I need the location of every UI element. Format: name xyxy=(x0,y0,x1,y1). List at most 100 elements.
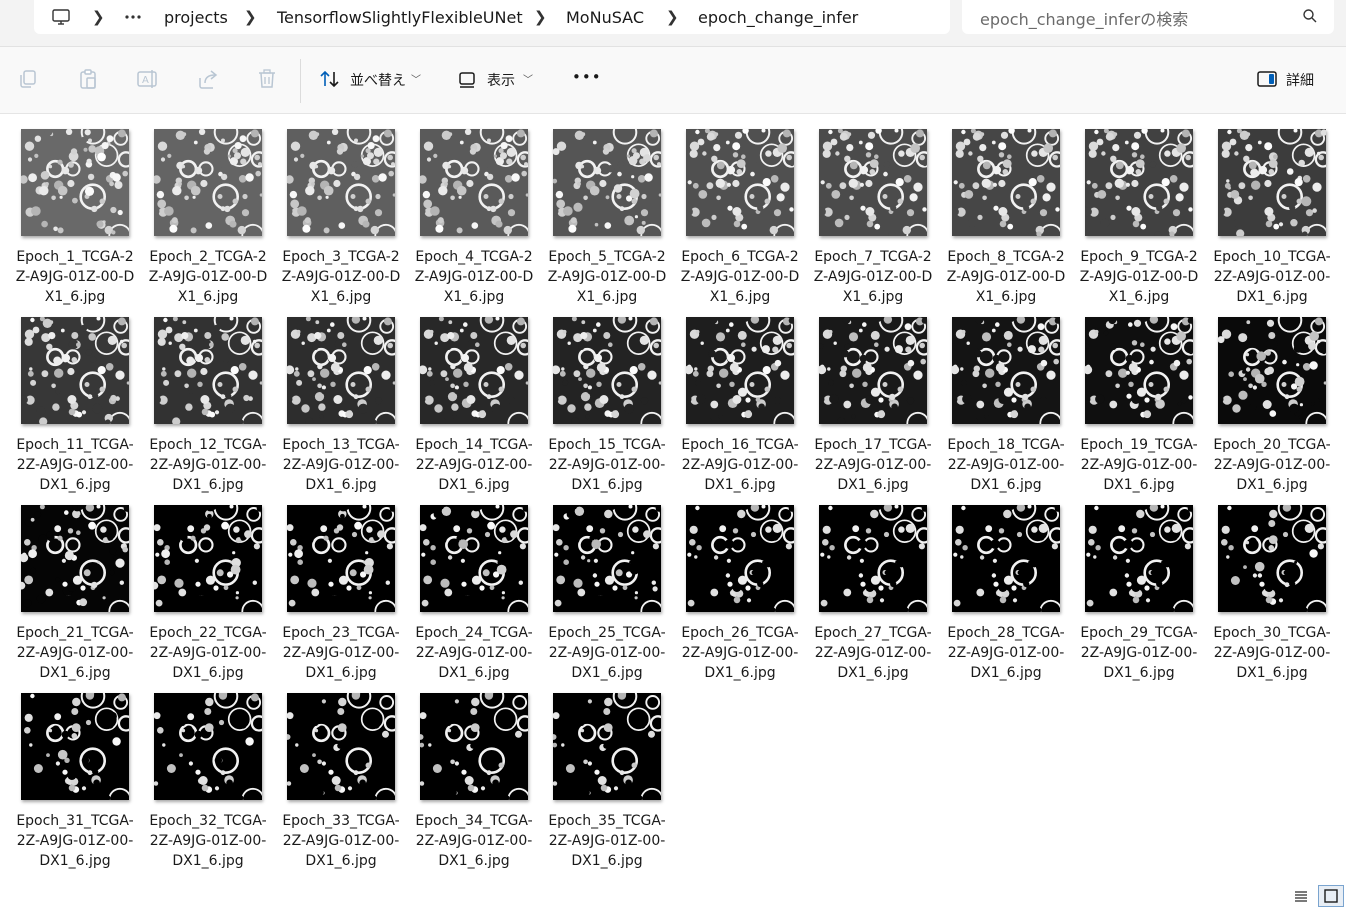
file-item[interactable]: Epoch_21_TCGA-2Z-A9JG-01Z-00-DX1_6.jpg xyxy=(14,505,134,685)
delete-icon[interactable] xyxy=(256,68,278,90)
file-name: Epoch_34_TCGA-2Z-A9JG-01Z-00-DX1_6.jpg xyxy=(415,813,533,869)
file-item[interactable]: Epoch_28_TCGA-2Z-A9JG-01Z-00-DX1_6.jpg xyxy=(945,505,1065,685)
file-item[interactable]: Epoch_25_TCGA-2Z-A9JG-01Z-00-DX1_6.jpg xyxy=(546,505,666,685)
file-name: Epoch_14_TCGA-2Z-A9JG-01Z-00-DX1_6.jpg xyxy=(415,437,533,493)
view-button[interactable]: 表示 xyxy=(487,70,515,90)
file-name: Epoch_10_TCGA-2Z-A9JG-01Z-00-DX1_6.jpg xyxy=(1213,249,1331,305)
file-name: Epoch_16_TCGA-2Z-A9JG-01Z-00-DX1_6.jpg xyxy=(681,437,799,493)
file-item[interactable]: Epoch_14_TCGA-2Z-A9JG-01Z-00-DX1_6.jpg xyxy=(413,317,533,497)
image-thumbnail xyxy=(420,693,528,800)
file-item[interactable]: Epoch_11_TCGA-2Z-A9JG-01Z-00-DX1_6.jpg xyxy=(14,317,134,497)
image-thumbnail xyxy=(420,505,528,612)
image-thumbnail xyxy=(287,317,395,424)
file-item[interactable]: Epoch_31_TCGA-2Z-A9JG-01Z-00-DX1_6.jpg xyxy=(14,693,134,873)
image-thumbnail xyxy=(819,505,927,612)
details-view-icon[interactable] xyxy=(1294,889,1308,908)
file-name: Epoch_6_TCGA-2Z-A9JG-01Z-00-DX1_6.jpg xyxy=(680,249,800,305)
file-name: Epoch_19_TCGA-2Z-A9JG-01Z-00-DX1_6.jpg xyxy=(1080,437,1198,493)
file-item[interactable]: Epoch_4_TCGA-2Z-A9JG-01Z-00-DX1_6.jpg xyxy=(413,129,533,309)
share-icon[interactable] xyxy=(197,68,219,90)
toolbar-divider xyxy=(300,59,301,103)
file-item[interactable]: Epoch_20_TCGA-2Z-A9JG-01Z-00-DX1_6.jpg xyxy=(1211,317,1331,497)
image-thumbnail xyxy=(1085,317,1193,424)
file-item[interactable]: Epoch_12_TCGA-2Z-A9JG-01Z-00-DX1_6.jpg xyxy=(147,317,267,497)
chevron-right-icon[interactable]: ❯ xyxy=(92,0,105,34)
more-icon[interactable] xyxy=(124,0,142,34)
file-item[interactable]: Epoch_34_TCGA-2Z-A9JG-01Z-00-DX1_6.jpg xyxy=(413,693,533,873)
image-thumbnail xyxy=(686,129,794,236)
chevron-down-icon[interactable]: ﹀ xyxy=(411,71,421,86)
details-button[interactable]: 詳細 xyxy=(1286,70,1314,90)
file-name: Epoch_11_TCGA-2Z-A9JG-01Z-00-DX1_6.jpg xyxy=(16,437,134,493)
file-item[interactable]: Epoch_6_TCGA-2Z-A9JG-01Z-00-DX1_6.jpg xyxy=(679,129,799,309)
file-name: Epoch_3_TCGA-2Z-A9JG-01Z-00-DX1_6.jpg xyxy=(281,249,401,305)
file-item[interactable]: Epoch_23_TCGA-2Z-A9JG-01Z-00-DX1_6.jpg xyxy=(280,505,400,685)
file-name: Epoch_18_TCGA-2Z-A9JG-01Z-00-DX1_6.jpg xyxy=(947,437,1065,493)
details-pane-icon[interactable] xyxy=(1256,68,1278,90)
image-thumbnail xyxy=(287,693,395,800)
image-thumbnail xyxy=(1085,129,1193,236)
file-item[interactable]: Epoch_27_TCGA-2Z-A9JG-01Z-00-DX1_6.jpg xyxy=(812,505,932,685)
search-box[interactable]: epoch_change_inferの検索 xyxy=(962,0,1334,34)
file-item[interactable]: Epoch_32_TCGA-2Z-A9JG-01Z-00-DX1_6.jpg xyxy=(147,693,267,873)
file-item[interactable]: Epoch_35_TCGA-2Z-A9JG-01Z-00-DX1_6.jpg xyxy=(546,693,666,873)
chevron-down-icon[interactable]: ﹀ xyxy=(523,71,533,86)
breadcrumb[interactable]: ❯ projects ❯ TensorflowSlightlyFlexibleU… xyxy=(34,0,950,34)
image-thumbnail xyxy=(420,317,528,424)
file-name: Epoch_12_TCGA-2Z-A9JG-01Z-00-DX1_6.jpg xyxy=(149,437,267,493)
this-pc-icon[interactable] xyxy=(51,0,71,34)
file-item[interactable]: Epoch_22_TCGA-2Z-A9JG-01Z-00-DX1_6.jpg xyxy=(147,505,267,685)
image-thumbnail xyxy=(21,317,129,424)
image-thumbnail xyxy=(819,129,927,236)
image-thumbnail xyxy=(553,317,661,424)
file-item[interactable]: Epoch_15_TCGA-2Z-A9JG-01Z-00-DX1_6.jpg xyxy=(546,317,666,497)
search-input[interactable]: epoch_change_inferの検索 xyxy=(980,6,1188,30)
file-item[interactable]: Epoch_16_TCGA-2Z-A9JG-01Z-00-DX1_6.jpg xyxy=(679,317,799,497)
search-icon[interactable] xyxy=(1302,8,1318,28)
image-thumbnail xyxy=(553,693,661,800)
image-thumbnail xyxy=(553,129,661,236)
file-item[interactable]: Epoch_30_TCGA-2Z-A9JG-01Z-00-DX1_6.jpg xyxy=(1211,505,1331,685)
image-thumbnail xyxy=(154,317,262,424)
file-item[interactable]: Epoch_1_TCGA-2Z-A9JG-01Z-00-DX1_6.jpg xyxy=(14,129,134,309)
file-item[interactable]: Epoch_5_TCGA-2Z-A9JG-01Z-00-DX1_6.jpg xyxy=(546,129,666,309)
image-thumbnail xyxy=(952,505,1060,612)
copy-icon[interactable] xyxy=(17,68,39,90)
sort-icon[interactable] xyxy=(319,68,341,90)
image-thumbnail xyxy=(154,129,262,236)
more-options-button[interactable]: ••• xyxy=(572,68,602,86)
view-toggle xyxy=(1292,885,1346,907)
file-item[interactable]: Epoch_29_TCGA-2Z-A9JG-01Z-00-DX1_6.jpg xyxy=(1078,505,1198,685)
breadcrumb-item-projects[interactable]: projects xyxy=(164,0,228,34)
file-item[interactable]: Epoch_24_TCGA-2Z-A9JG-01Z-00-DX1_6.jpg xyxy=(413,505,533,685)
breadcrumb-item-epoch-change-infer[interactable]: epoch_change_infer xyxy=(698,0,858,34)
large-icons-view-icon[interactable] xyxy=(1318,885,1344,907)
file-name: Epoch_22_TCGA-2Z-A9JG-01Z-00-DX1_6.jpg xyxy=(149,625,267,681)
chevron-right-icon[interactable]: ❯ xyxy=(244,0,257,34)
file-item[interactable]: Epoch_33_TCGA-2Z-A9JG-01Z-00-DX1_6.jpg xyxy=(280,693,400,873)
file-item[interactable]: Epoch_7_TCGA-2Z-A9JG-01Z-00-DX1_6.jpg xyxy=(812,129,932,309)
file-item[interactable]: Epoch_26_TCGA-2Z-A9JG-01Z-00-DX1_6.jpg xyxy=(679,505,799,685)
paste-icon[interactable] xyxy=(77,68,99,90)
sort-button[interactable]: 並べ替え xyxy=(350,70,406,90)
rename-icon[interactable]: A xyxy=(136,68,158,90)
file-item[interactable]: Epoch_8_TCGA-2Z-A9JG-01Z-00-DX1_6.jpg xyxy=(945,129,1065,309)
file-name: Epoch_31_TCGA-2Z-A9JG-01Z-00-DX1_6.jpg xyxy=(16,813,134,869)
file-name: Epoch_30_TCGA-2Z-A9JG-01Z-00-DX1_6.jpg xyxy=(1213,625,1331,681)
image-thumbnail xyxy=(154,505,262,612)
file-item[interactable]: Epoch_19_TCGA-2Z-A9JG-01Z-00-DX1_6.jpg xyxy=(1078,317,1198,497)
file-item[interactable]: Epoch_13_TCGA-2Z-A9JG-01Z-00-DX1_6.jpg xyxy=(280,317,400,497)
file-item[interactable]: Epoch_9_TCGA-2Z-A9JG-01Z-00-DX1_6.jpg xyxy=(1078,129,1198,309)
chevron-right-icon[interactable]: ❯ xyxy=(534,0,547,34)
file-item[interactable]: Epoch_10_TCGA-2Z-A9JG-01Z-00-DX1_6.jpg xyxy=(1211,129,1331,309)
breadcrumb-item-monusac[interactable]: MoNuSAC xyxy=(566,0,644,34)
file-item[interactable]: Epoch_2_TCGA-2Z-A9JG-01Z-00-DX1_6.jpg xyxy=(147,129,267,309)
file-item[interactable]: Epoch_18_TCGA-2Z-A9JG-01Z-00-DX1_6.jpg xyxy=(945,317,1065,497)
file-item[interactable]: Epoch_3_TCGA-2Z-A9JG-01Z-00-DX1_6.jpg xyxy=(280,129,400,309)
chevron-right-icon[interactable]: ❯ xyxy=(666,0,679,34)
file-item[interactable]: Epoch_17_TCGA-2Z-A9JG-01Z-00-DX1_6.jpg xyxy=(812,317,932,497)
breadcrumb-item-tensorflow[interactable]: TensorflowSlightlyFlexibleUNet xyxy=(277,0,523,34)
file-name: Epoch_25_TCGA-2Z-A9JG-01Z-00-DX1_6.jpg xyxy=(548,625,666,681)
file-name: Epoch_13_TCGA-2Z-A9JG-01Z-00-DX1_6.jpg xyxy=(282,437,400,493)
view-icon[interactable] xyxy=(458,68,480,90)
